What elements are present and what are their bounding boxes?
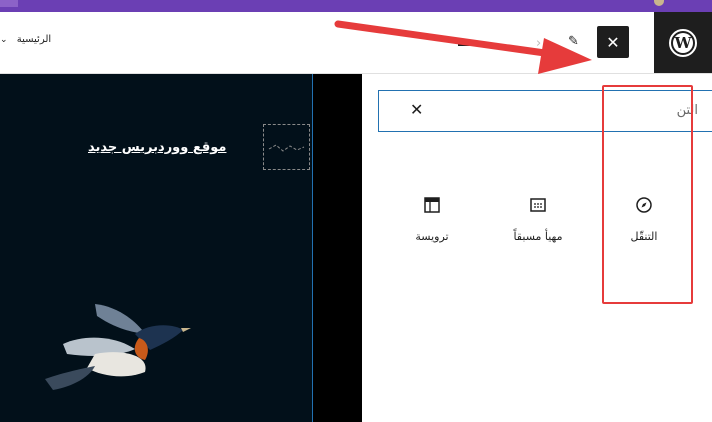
wordpress-logo-icon[interactable]: W xyxy=(654,12,712,73)
page-selector[interactable]: ⌄ الرئيسية xyxy=(0,34,51,45)
block-item-header[interactable]: ترويسة xyxy=(382,195,482,243)
template-part-icon xyxy=(528,195,548,215)
bird-image[interactable] xyxy=(4,294,195,418)
site-title[interactable]: موقع ووردبريس جديد xyxy=(88,140,226,155)
clear-search-icon[interactable]: ✕ xyxy=(410,100,423,119)
close-inserter-button[interactable]: ✕ xyxy=(597,26,629,58)
page-label: الرئيسية xyxy=(16,34,52,45)
block-item-label: ترويسة xyxy=(415,230,449,243)
admin-bar-chip xyxy=(0,0,18,7)
editor-canvas[interactable]: موقع ووردبريس جديد xyxy=(0,74,362,422)
site-header-area[interactable]: موقع ووردبريس جديد xyxy=(0,74,313,422)
block-item-template-part[interactable]: مهيأ مسبقاً xyxy=(488,195,588,243)
avatar[interactable] xyxy=(654,0,664,6)
admin-bar xyxy=(0,0,712,12)
annotation-arrow-icon xyxy=(330,14,600,78)
svg-text:W: W xyxy=(674,34,693,52)
block-item-label: مهيأ مسبقاً xyxy=(513,230,563,243)
header-icon xyxy=(422,195,442,215)
annotation-highlight-box xyxy=(602,85,693,304)
chevron-down-icon: ⌄ xyxy=(0,35,8,45)
site-logo-placeholder[interactable] xyxy=(263,124,310,170)
